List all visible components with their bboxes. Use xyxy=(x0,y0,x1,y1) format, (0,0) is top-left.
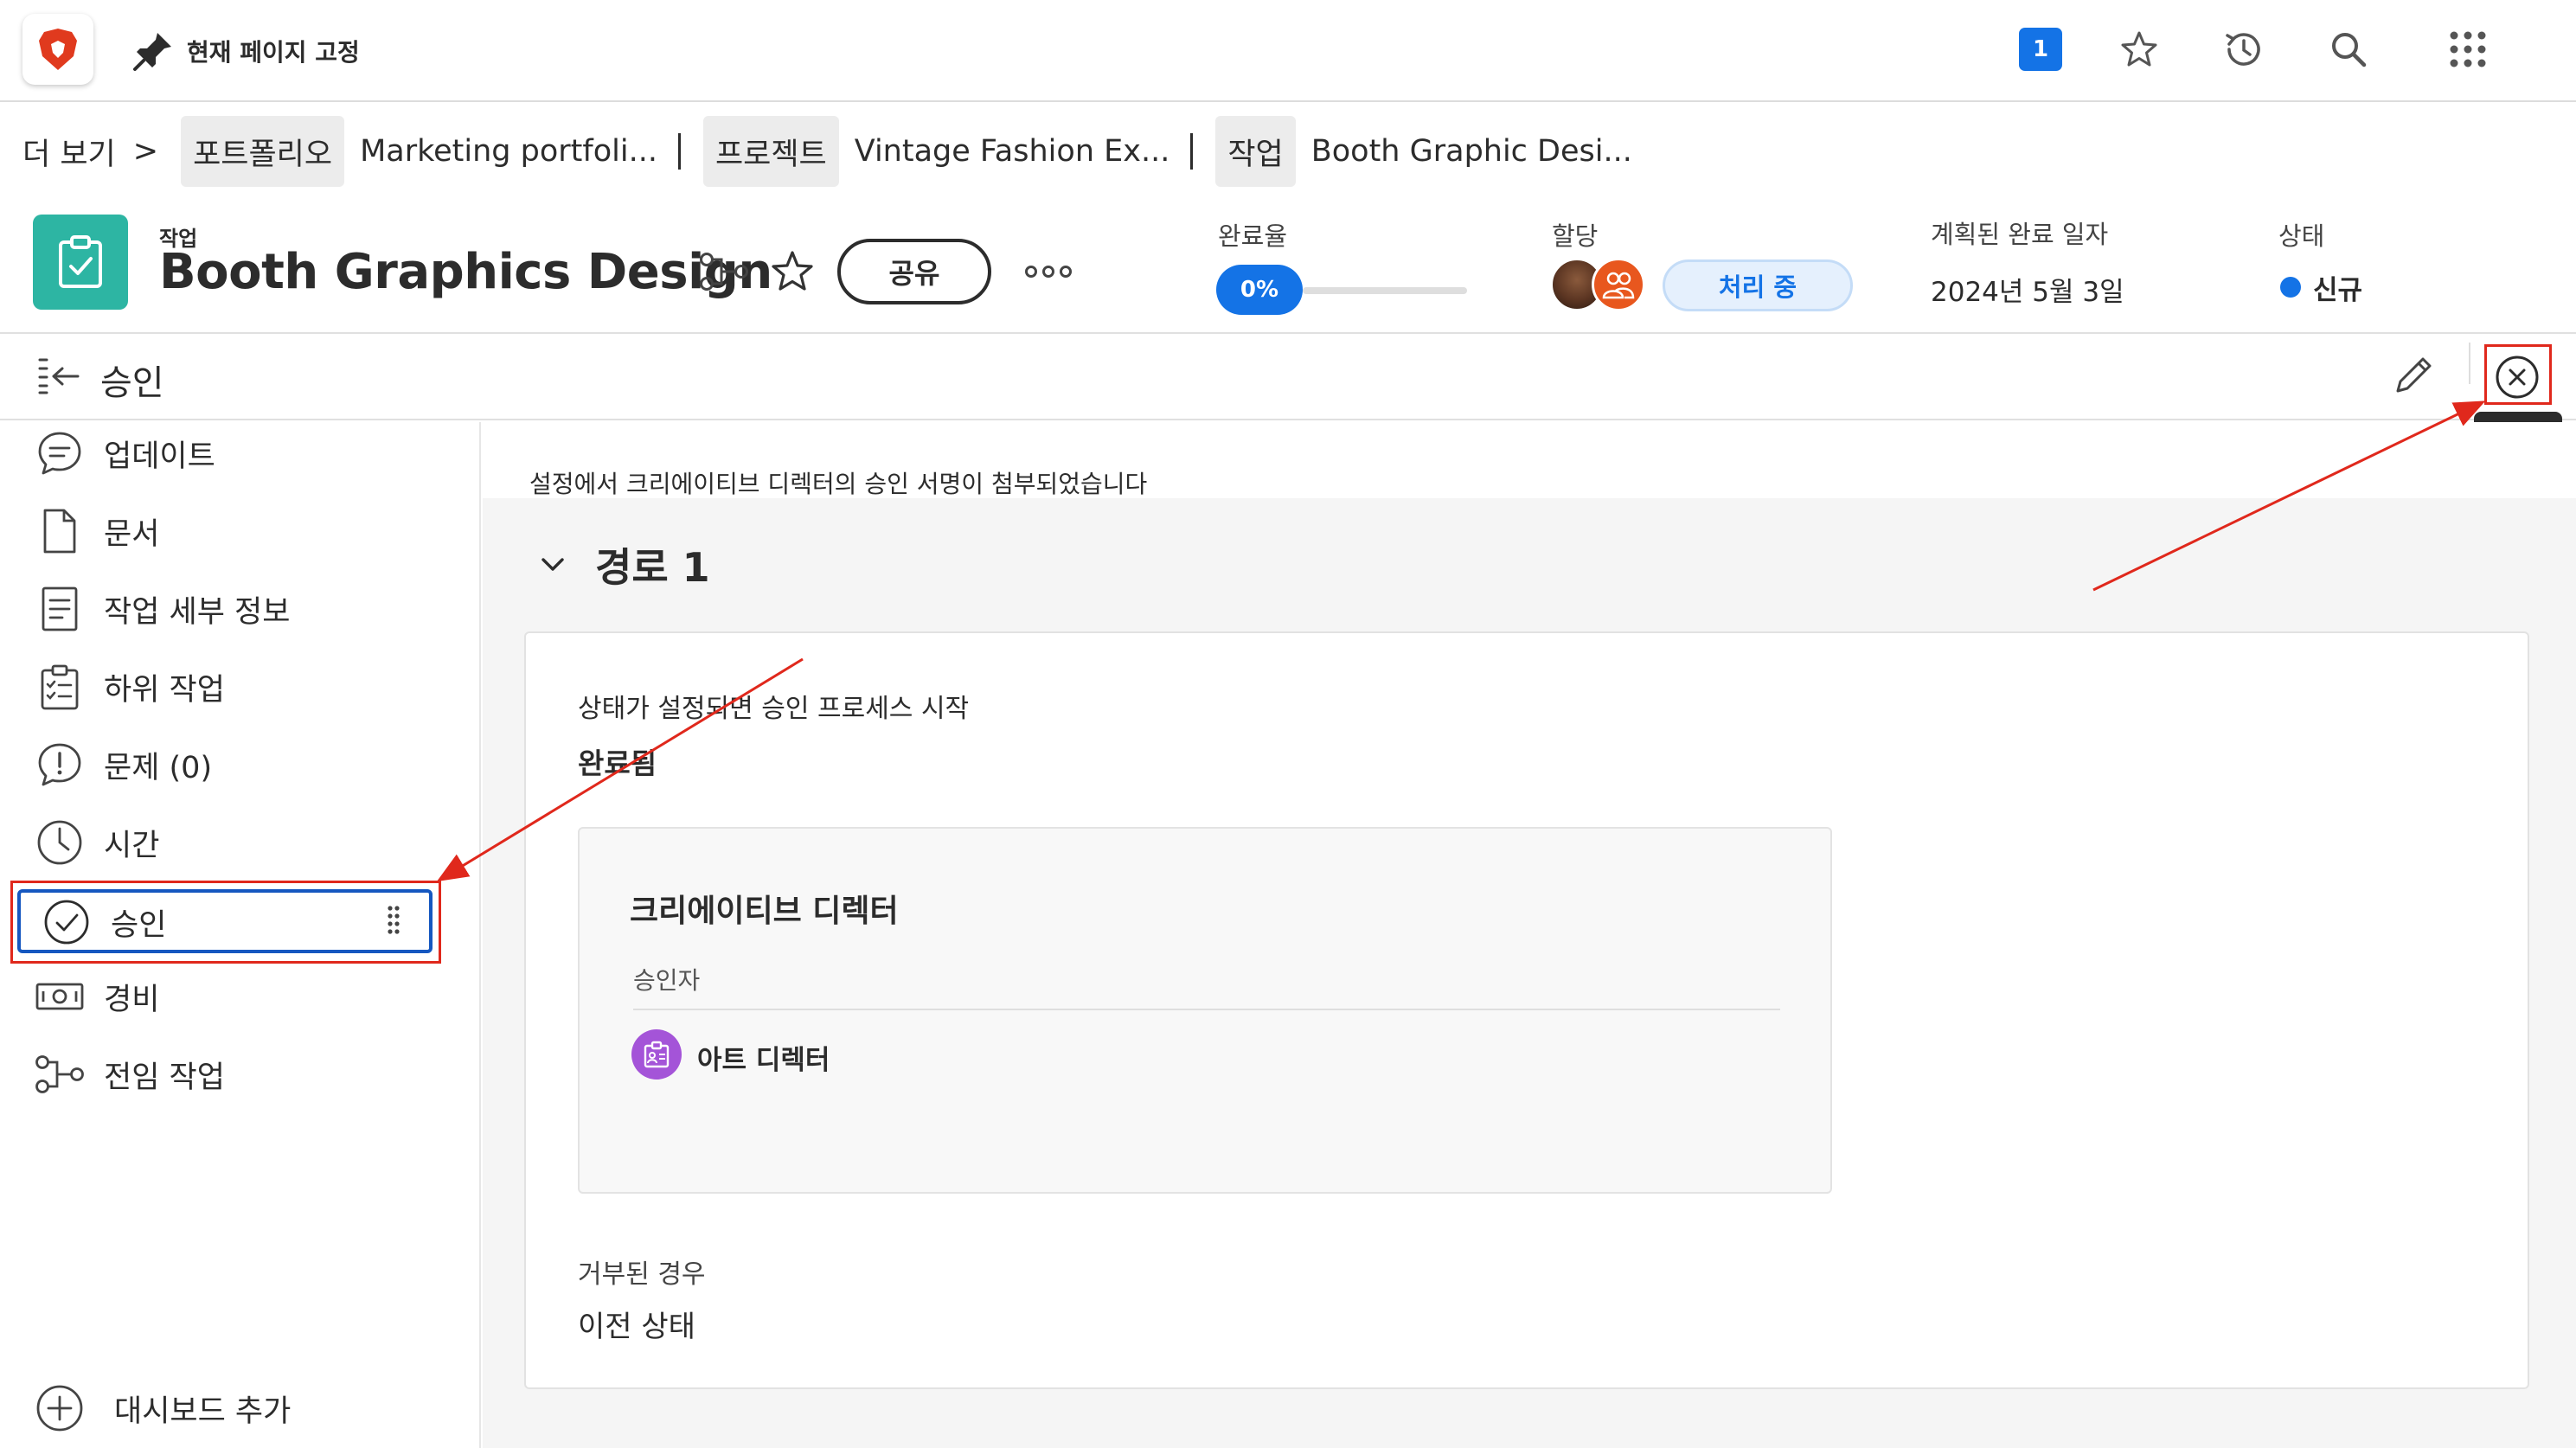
top-bar: 현재 페이지 고정 1 xyxy=(0,0,2576,102)
path-title: 경로 1 xyxy=(595,544,710,591)
comment-icon xyxy=(35,428,85,478)
sidebar-item-label: 업데이트 xyxy=(104,439,215,474)
pencil-icon xyxy=(2396,357,2432,393)
more-actions-button[interactable] xyxy=(1024,263,1073,280)
ellipsis-icon xyxy=(1025,266,1072,278)
issue-icon xyxy=(35,740,85,790)
annotation-highlight xyxy=(2484,344,2552,405)
annotation-highlight xyxy=(10,881,441,964)
sidebar-item-updates[interactable]: 업데이트 xyxy=(35,422,215,484)
edit-button[interactable] xyxy=(2391,353,2436,398)
star-icon xyxy=(2121,31,2157,67)
sidebar-item-task-details[interactable]: 작업 세부 정보 xyxy=(35,578,290,640)
favorites-button[interactable] xyxy=(2116,26,2163,73)
stage-title: 크리에이티브 디렉터 xyxy=(630,894,899,929)
apps-menu-button[interactable] xyxy=(2445,26,2491,73)
search-button[interactable] xyxy=(2325,26,2372,73)
notification-badge[interactable]: 1 xyxy=(2019,28,2062,71)
assignment-status-pill[interactable]: 처리 중 xyxy=(1663,259,1853,311)
trigger-label: 상태가 설정되면 승인 프로세스 시작 xyxy=(578,694,970,724)
sidebar-item-time[interactable]: 시간 xyxy=(35,811,159,874)
breadcrumb-portfolio-link[interactable]: Marketing portfoli... xyxy=(344,134,673,169)
sidebar-item-issues[interactable]: 문제 (0) xyxy=(35,734,212,796)
pin-label: 현재 페이지 고정 xyxy=(187,38,360,67)
approver-name[interactable]: 아트 디렉터 xyxy=(697,1038,830,1077)
breadcrumb-project-link[interactable]: Vintage Fashion Ex... xyxy=(839,134,1186,169)
grid-icon xyxy=(2450,31,2486,67)
completion-progress-bar xyxy=(1303,287,1467,294)
history-icon xyxy=(2226,33,2260,66)
section-header-bar xyxy=(0,332,2576,420)
predecessor-icon xyxy=(35,1049,85,1099)
details-icon xyxy=(35,584,85,634)
breadcrumb-portfolio-chip[interactable]: 포트폴리오 xyxy=(181,116,345,187)
breadcrumb-task-link[interactable]: Booth Graphic Desi... xyxy=(1296,134,1648,169)
clock-icon xyxy=(35,817,85,868)
assign-label: 할당 xyxy=(1552,221,1599,251)
rejected-label: 거부된 경우 xyxy=(578,1259,706,1290)
sidebar-item-label: 하위 작업 xyxy=(104,672,225,708)
completion-label: 완료율 xyxy=(1218,221,1288,251)
breadcrumb-chevron: > xyxy=(132,134,159,169)
path-header[interactable]: 경로 1 xyxy=(540,536,710,593)
chevron-down-icon xyxy=(541,558,564,571)
sidebar-item-label: 작업 세부 정보 xyxy=(104,594,291,630)
breadcrumb-separator xyxy=(677,133,681,170)
status-dot xyxy=(2280,277,2301,298)
task-type-tile xyxy=(33,215,128,310)
recents-button[interactable] xyxy=(2220,26,2266,73)
workflow-button[interactable] xyxy=(699,251,749,292)
sidebar-item-label: 문서 xyxy=(104,516,160,552)
document-icon xyxy=(35,506,85,556)
breadcrumb-more[interactable]: 더 보기 xyxy=(22,130,116,174)
workflow-icon xyxy=(700,253,748,291)
divider xyxy=(633,1009,1780,1010)
sidebar-item-expenses[interactable]: 경비 xyxy=(35,965,159,1028)
rejected-value: 이전 상태 xyxy=(578,1310,695,1344)
sidebar-item-label: 시간 xyxy=(104,828,160,863)
sidebar-item-label: 경비 xyxy=(104,982,160,1017)
star-icon xyxy=(772,251,813,291)
team-icon xyxy=(1602,272,1635,299)
planned-completion-date[interactable]: 2024년 5월 3일 xyxy=(1931,270,2124,309)
signature-note: 설정에서 크리에이티브 디렉터의 승인 서명이 첨부되었습니다 xyxy=(529,470,1148,498)
app-logo[interactable] xyxy=(22,14,93,85)
add-dashboard-label: 대시보드 추가 xyxy=(114,1394,292,1429)
sidebar-item-label: 전임 작업 xyxy=(104,1060,225,1095)
sidebar-item-subtasks[interactable]: 하위 작업 xyxy=(35,656,225,718)
pin-icon xyxy=(133,33,171,71)
completion-value: 0% xyxy=(1216,265,1303,315)
breadcrumb-separator xyxy=(1190,133,1194,170)
sidebar-item-predecessors[interactable]: 전임 작업 xyxy=(35,1043,225,1105)
trigger-value: 완료됨 xyxy=(578,746,657,780)
status-value[interactable]: 신규 xyxy=(2313,268,2362,307)
breadcrumb-project-chip[interactable]: 프로젝트 xyxy=(702,116,839,187)
add-dashboard-button[interactable]: 대시보드 추가 xyxy=(35,1377,291,1439)
plus-circle-icon xyxy=(35,1383,85,1433)
planned-completion-label: 계획된 완료 일자 xyxy=(1931,220,2109,249)
approval-stage-card xyxy=(578,827,1832,1194)
breadcrumb: 더 보기 > 포트폴리오 Marketing portfoli... 프로젝트 … xyxy=(22,116,1648,187)
breadcrumb-task-chip[interactable]: 작업 xyxy=(1215,116,1296,187)
sidebar-item-documents[interactable]: 문서 xyxy=(35,500,159,562)
status-label: 상태 xyxy=(2278,221,2325,251)
page-title: Booth Graphics Design xyxy=(159,244,772,300)
approver-label: 승인자 xyxy=(633,966,701,995)
team-avatar[interactable] xyxy=(1592,258,1645,311)
section-title: 승인 xyxy=(100,363,164,403)
search-icon xyxy=(2332,33,2367,67)
clipboard-check-icon xyxy=(59,235,102,288)
share-button[interactable]: 공유 xyxy=(837,239,991,304)
sidebar-item-label: 문제 (0) xyxy=(104,750,213,785)
favorite-task-button[interactable] xyxy=(770,249,815,294)
collapse-panel-icon xyxy=(38,358,80,394)
divider xyxy=(2469,343,2470,384)
brave-lion-icon xyxy=(39,29,77,70)
job-role-icon xyxy=(631,1029,682,1080)
pin-current-page[interactable]: 현재 페이지 고정 xyxy=(131,29,360,73)
money-icon xyxy=(35,971,85,1022)
subtasks-icon xyxy=(35,662,85,712)
collapse-sidebar-button[interactable] xyxy=(36,356,81,396)
